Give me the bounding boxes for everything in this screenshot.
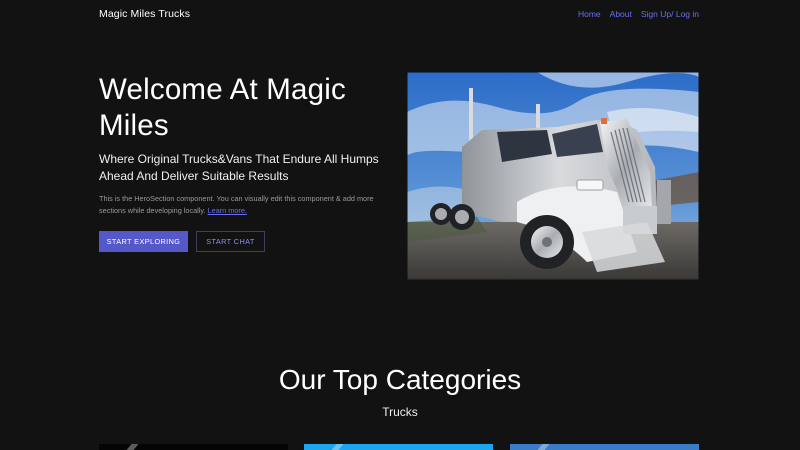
categories-title: Our Top Categories xyxy=(278,364,522,395)
categories-subtitle: Trucks xyxy=(382,405,418,419)
top-navbar: Magic Miles Trucks Home About Sign Up/ L… xyxy=(99,7,699,21)
learn-more-link[interactable]: Learn more. xyxy=(208,206,247,215)
category-cards xyxy=(99,444,699,450)
hero-truck-image xyxy=(407,72,699,280)
start-chat-button[interactable]: START CHAT xyxy=(196,231,265,252)
nav-link-home[interactable]: Home xyxy=(578,9,601,19)
nav-link-signup-login[interactable]: Sign Up/ Log in xyxy=(641,9,699,19)
brand-logo-text[interactable]: Magic Miles Trucks xyxy=(99,8,190,20)
card-shine xyxy=(126,444,139,450)
card-shine xyxy=(537,444,550,450)
category-card-2[interactable] xyxy=(304,444,493,450)
hero-description: This is the HeroSection component. You c… xyxy=(99,193,391,217)
start-exploring-button[interactable]: START EXPLORING xyxy=(99,231,188,252)
hero-title: Welcome At Magic Miles xyxy=(99,73,346,142)
category-card-1[interactable] xyxy=(99,444,288,450)
hero-subtitle: Where Original Trucks&Vans That Endure A… xyxy=(99,152,379,183)
nav-links: Home About Sign Up/ Log in xyxy=(578,9,699,19)
nav-link-about[interactable]: About xyxy=(610,9,632,19)
category-card-3[interactable] xyxy=(510,444,699,450)
hero-section: Welcome At Magic Miles Where Original Tr… xyxy=(99,72,389,252)
card-shine xyxy=(331,444,344,450)
hero-buttons: START EXPLORING START CHAT xyxy=(99,231,389,252)
